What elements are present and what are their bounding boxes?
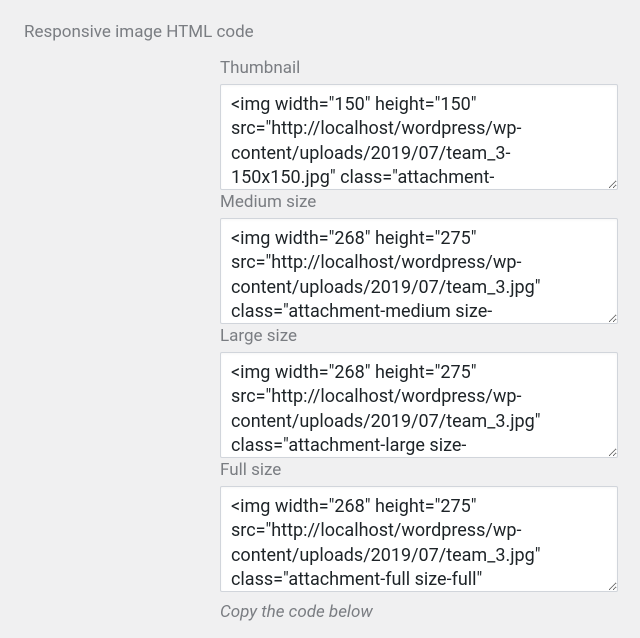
full-code-textarea[interactable] xyxy=(220,486,618,592)
section-title: Responsive image HTML code xyxy=(24,22,616,42)
medium-group: Medium size xyxy=(220,192,616,324)
large-group: Large size xyxy=(220,326,616,458)
fields-column: Thumbnail Medium size Large size Full si… xyxy=(220,58,616,622)
thumbnail-code-textarea[interactable] xyxy=(220,84,618,190)
responsive-image-code-panel: Responsive image HTML code Thumbnail Med… xyxy=(0,0,640,638)
helper-text: Copy the code below xyxy=(220,602,616,622)
thumbnail-group: Thumbnail xyxy=(220,58,616,190)
large-label: Large size xyxy=(220,326,616,346)
medium-label: Medium size xyxy=(220,192,616,212)
thumbnail-label: Thumbnail xyxy=(220,58,616,78)
large-code-textarea[interactable] xyxy=(220,352,618,458)
full-group: Full size xyxy=(220,460,616,592)
full-label: Full size xyxy=(220,460,616,480)
medium-code-textarea[interactable] xyxy=(220,218,618,324)
